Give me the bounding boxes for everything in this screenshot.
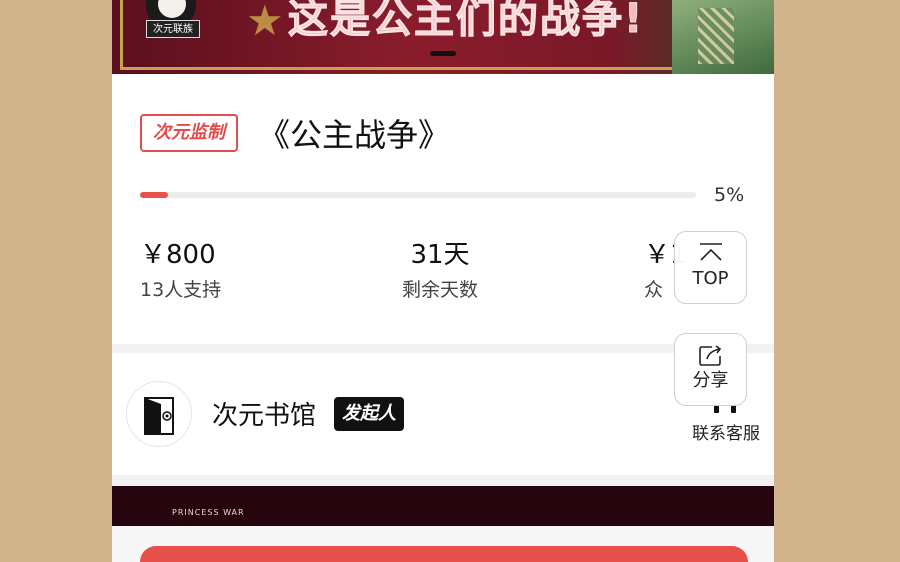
project-banner[interactable]: 次元联族 ★ 这是公主们的战争! <box>112 0 774 74</box>
project-title: 《公主战争》 <box>258 116 451 154</box>
creator-avatar[interactable] <box>126 381 192 447</box>
share-label: 分享 <box>692 370 729 391</box>
stat-amount-raised: ￥800 13人支持 <box>140 238 230 304</box>
bottom-action-bar <box>112 526 774 562</box>
project-info-card: 次元监制 《公主战争》 5% ￥800 13人支持 31天 剩余天数 ￥1 众 <box>112 74 774 344</box>
banner-character-art <box>672 0 774 74</box>
banner-title: 这是公主们的战争! <box>287 0 645 43</box>
lower-banner-caption: PRINCESS WAR <box>172 508 245 517</box>
stat-label: 剩余天数 <box>401 279 478 301</box>
funding-progress-bar <box>140 192 696 198</box>
door-logo-icon <box>144 397 174 435</box>
funding-progress-fill <box>140 192 168 198</box>
creator-name[interactable]: 次元书馆 <box>212 395 316 432</box>
stat-days-remaining: 31天 剩余天数 <box>390 238 490 304</box>
funding-progress-percent: 5% <box>714 184 745 206</box>
chevron-up-icon <box>699 243 722 261</box>
share-icon <box>698 345 721 366</box>
carousel-indicator <box>430 51 456 56</box>
back-to-top-label: TOP <box>692 268 729 289</box>
share-button[interactable]: 分享 <box>674 333 747 406</box>
project-detail-banner: PRINCESS WAR <box>112 486 774 526</box>
back-to-top-button[interactable]: TOP <box>674 231 747 304</box>
stat-value: ￥800 <box>140 240 216 270</box>
stat-value: 31天 <box>410 240 470 270</box>
initiator-badge: 发起人 <box>334 397 404 431</box>
stat-label: 13人支持 <box>140 279 222 301</box>
star-icon: ★ <box>246 0 284 45</box>
contact-service-link[interactable]: 联系客服 <box>692 419 760 444</box>
project-badge: 次元监制 <box>140 114 238 152</box>
support-button[interactable] <box>140 546 748 562</box>
banner-logo: 次元联族 <box>136 0 206 52</box>
banner-logo-text: 次元联族 <box>146 20 200 38</box>
